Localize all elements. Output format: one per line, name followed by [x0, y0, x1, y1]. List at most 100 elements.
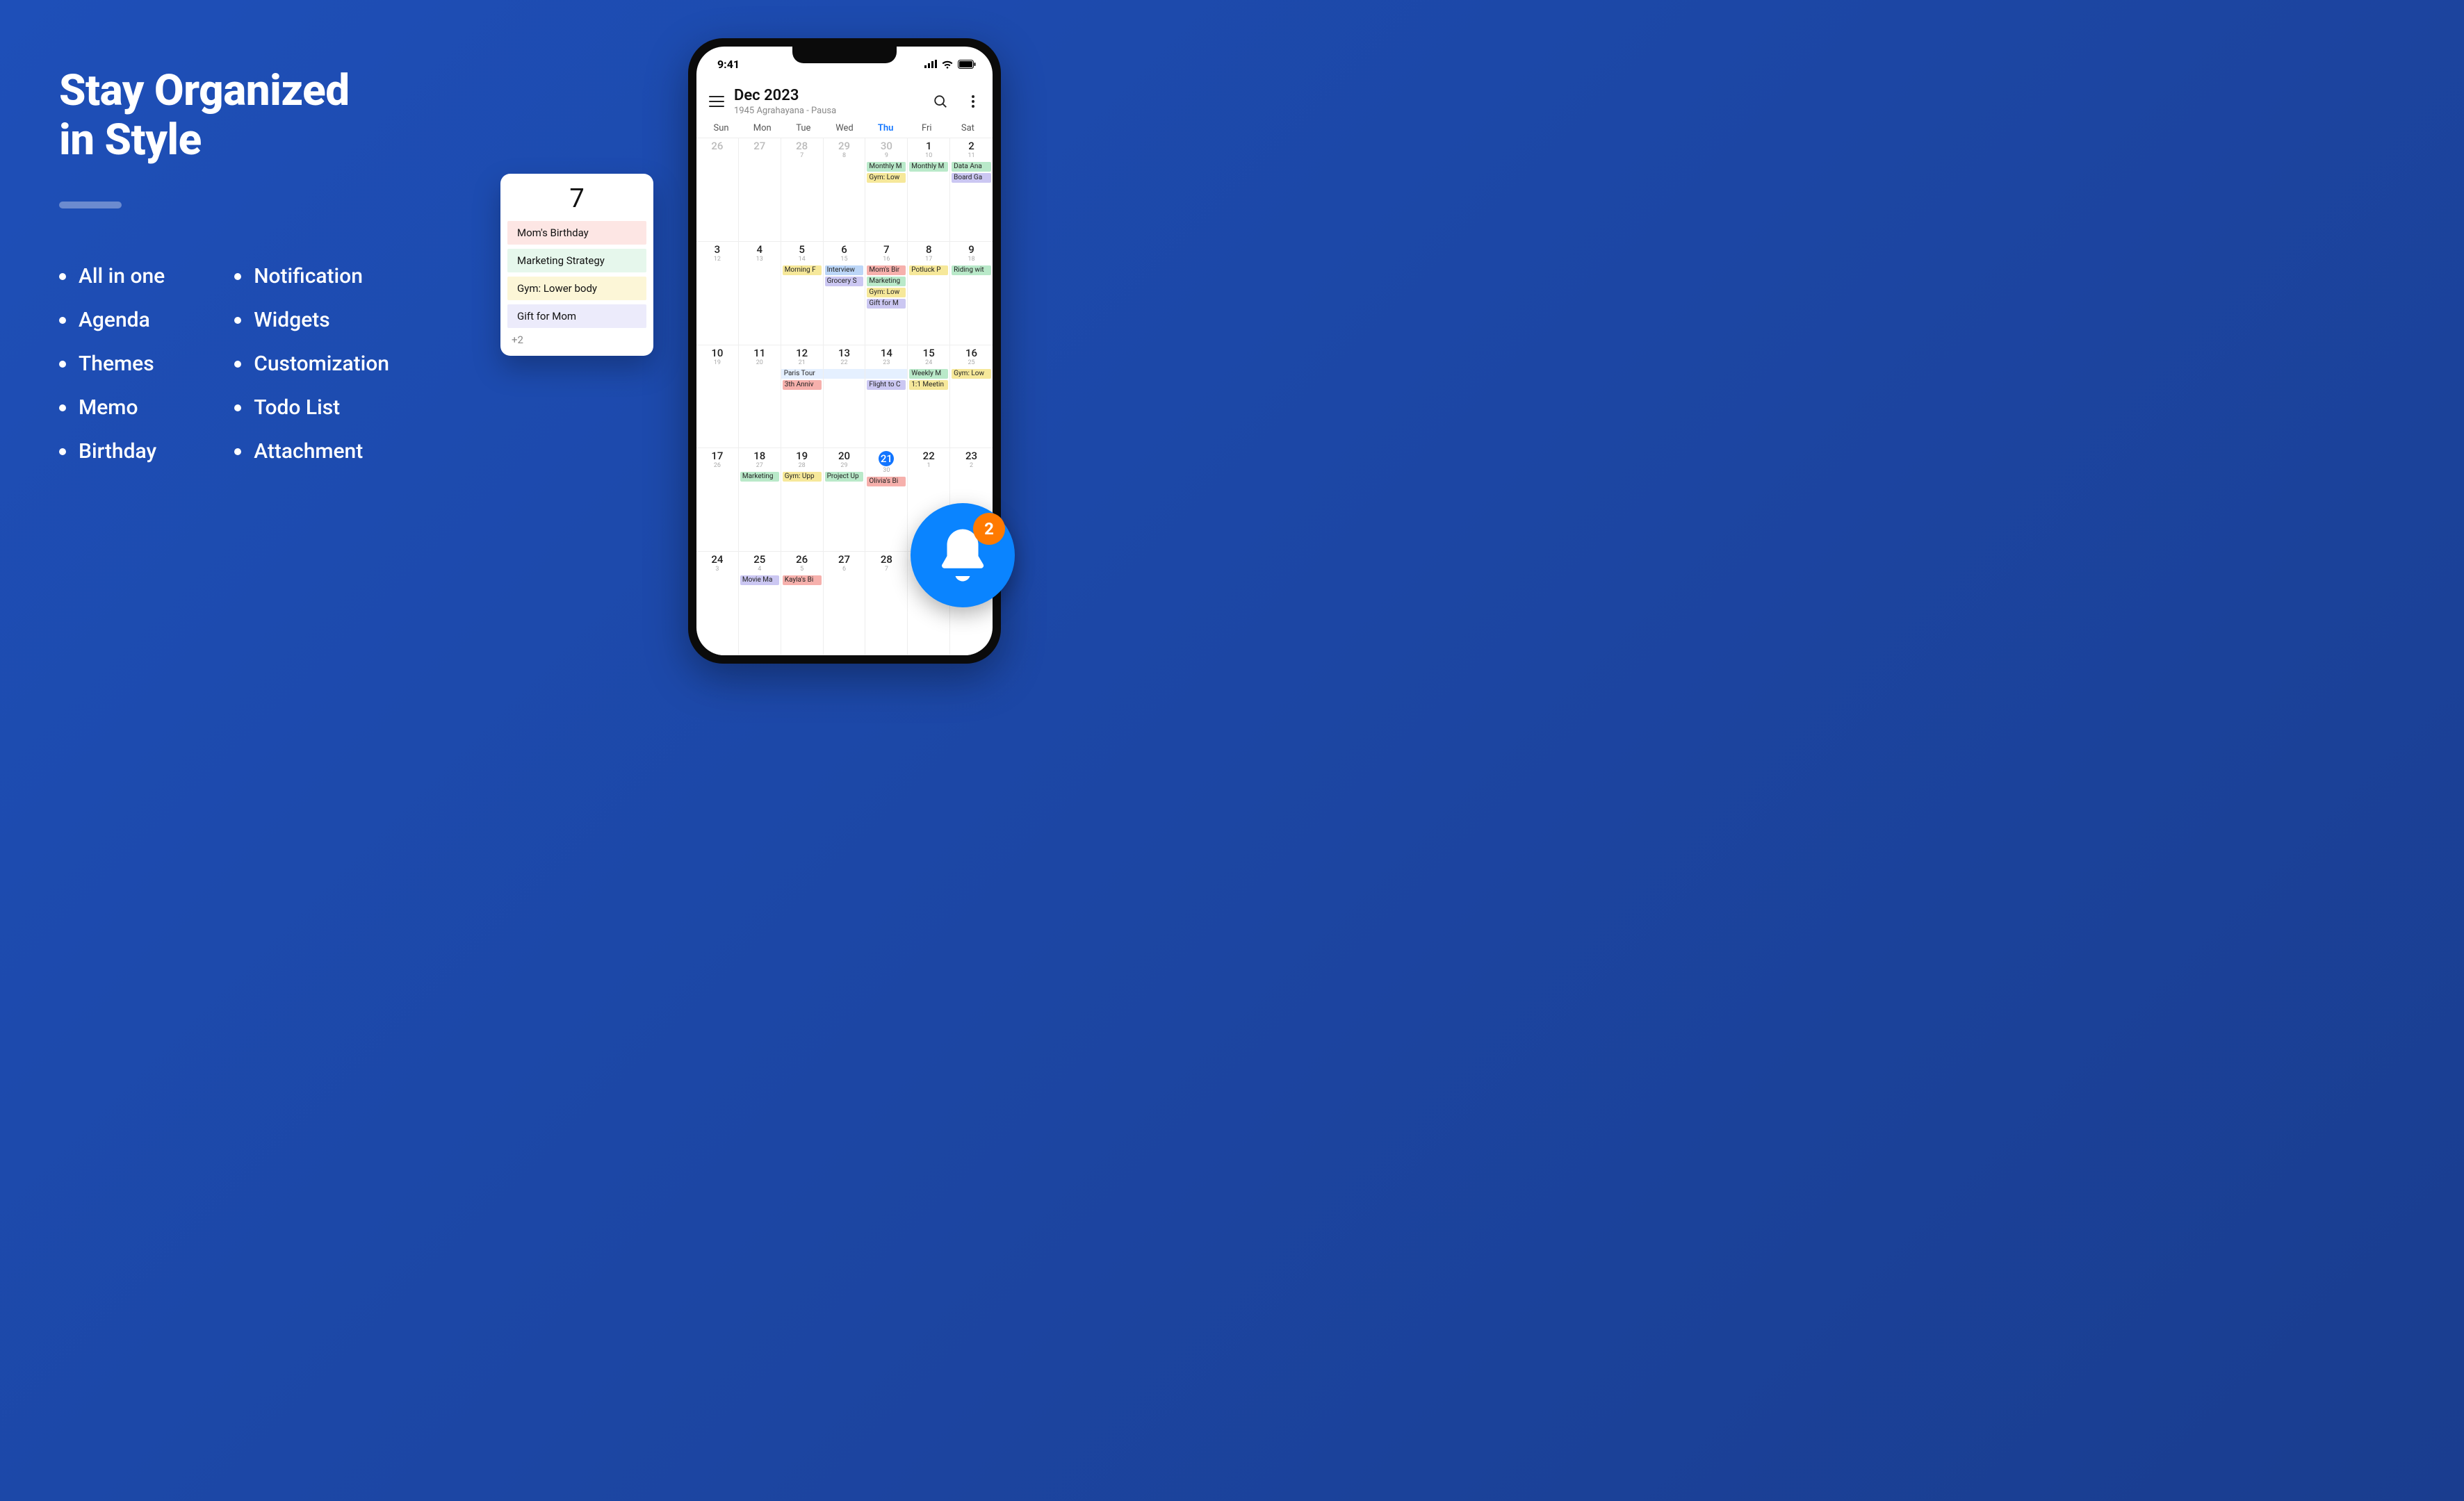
event-chip[interactable]: Gym: Low	[867, 288, 906, 297]
feature-item: Themes	[59, 352, 165, 376]
event-chip[interactable]: Flight to C	[867, 380, 906, 390]
calendar-cell[interactable]: 1423Flight to C	[865, 345, 908, 449]
feature-item: Birthday	[59, 439, 165, 464]
day-number: 28	[867, 555, 906, 565]
event-chip[interactable]: Marketing	[867, 277, 906, 286]
alt-day-number: 7	[783, 153, 822, 159]
calendar-cell[interactable]: 287	[781, 138, 824, 242]
event-chip[interactable]: Potluck P	[909, 265, 948, 275]
alt-day-number: 4	[740, 566, 779, 573]
event-chip[interactable]: Gym: Low	[867, 173, 906, 183]
event-chip[interactable]: Kayla's Bi	[783, 575, 822, 585]
calendar-cell[interactable]: 309Monthly MGym: Low	[865, 138, 908, 242]
event-chip[interactable]: 3th Anniv	[783, 380, 822, 390]
day-number: 4	[740, 245, 779, 255]
calendar-cell[interactable]: 211Data AnaBoard Ga	[950, 138, 993, 242]
event-chip[interactable]: Riding wit	[952, 265, 991, 275]
calendar-cell[interactable]: 243	[696, 552, 739, 655]
calendar-cell[interactable]: 1221Paris Tour3th Anniv	[781, 345, 824, 449]
calendar-cell[interactable]: 26	[696, 138, 739, 242]
calendar-cell[interactable]: 1120	[739, 345, 781, 449]
calendar-cell[interactable]: 1625Gym: Low	[950, 345, 993, 449]
event-chip[interactable]: Grocery S	[825, 277, 864, 286]
calendar-cell[interactable]: 1019	[696, 345, 739, 449]
calendar-cell[interactable]: 110Monthly M	[908, 138, 950, 242]
event-chip[interactable]: Monthly M	[867, 162, 906, 172]
weekday-label: Sun	[701, 123, 742, 133]
calendar-cell[interactable]: 265Kayla's Bi	[781, 552, 824, 655]
event-chip[interactable]: Gym: Low	[952, 369, 991, 379]
event-chip[interactable]: Board Ga	[952, 173, 991, 183]
event-chip[interactable]: Gym: Upp	[783, 472, 822, 482]
status-icons	[924, 60, 976, 69]
event-chip[interactable]: Morning F	[783, 265, 822, 275]
alt-day-number: 23	[867, 360, 906, 366]
calendar-cell[interactable]: 817Potluck P	[908, 242, 950, 345]
day-number: 25	[740, 555, 779, 565]
calendar-cell[interactable]: 918Riding wit	[950, 242, 993, 345]
event-chip[interactable]: Weekly M	[909, 369, 948, 379]
calendar-cell[interactable]: 312	[696, 242, 739, 345]
battery-icon	[958, 60, 976, 69]
calendar-cell[interactable]: 254 Movie Ma	[739, 552, 781, 655]
day-popover[interactable]: 7 Mom's BirthdayMarketing StrategyGym: L…	[500, 174, 653, 356]
calendar-cell[interactable]: 413	[739, 242, 781, 345]
calendar-title-block[interactable]: Dec 2023 1945 Agrahayana - Pausa	[734, 87, 923, 116]
day-number: 12	[783, 348, 822, 359]
calendar-title: Dec 2023	[734, 87, 923, 104]
popover-event[interactable]: Gym: Lower body	[507, 277, 646, 300]
calendar-cell[interactable]: 276	[824, 552, 866, 655]
headline-line1: Stay Organized	[59, 66, 350, 115]
event-chip[interactable]: Marketing	[740, 472, 779, 482]
popover-more[interactable]: +2	[507, 332, 646, 347]
calendar-cell[interactable]: 716Mom's BirMarketingGym: LowGift for M	[865, 242, 908, 345]
alt-day-number: 2	[952, 463, 991, 469]
alt-day-number: 27	[740, 463, 779, 469]
calendar-cell[interactable]: 1928Gym: Upp	[781, 448, 824, 552]
event-chip[interactable]: Monthly M	[909, 162, 948, 172]
calendar-cell[interactable]: 615InterviewGrocery S	[824, 242, 866, 345]
popover-event[interactable]: Gift for Mom	[507, 304, 646, 328]
calendar-cell[interactable]: 2029Project Up	[824, 448, 866, 552]
day-number: 17	[698, 451, 737, 461]
popover-event[interactable]: Mom's Birthday	[507, 221, 646, 245]
event-chip[interactable]: Movie Ma	[740, 575, 779, 585]
event-chip[interactable]: 1:1 Meetin	[909, 380, 948, 390]
calendar-cell[interactable]: 1322	[824, 345, 866, 449]
popover-event[interactable]: Marketing Strategy	[507, 249, 646, 272]
alt-day-number: 7	[867, 566, 906, 573]
event-chip[interactable]: Gift for M	[867, 299, 906, 309]
calendar-cell[interactable]: 1726	[696, 448, 739, 552]
feature-column-2: NotificationWidgetsCustomizationTodo Lis…	[234, 264, 389, 464]
day-number: 26	[698, 141, 737, 151]
event-chip[interactable]	[865, 369, 908, 379]
calendar-cell[interactable]: 287	[865, 552, 908, 655]
calendar-cell[interactable]: 1524Weekly M1:1 Meetin	[908, 345, 950, 449]
calendar-cell[interactable]: 27	[739, 138, 781, 242]
calendar-header: Dec 2023 1945 Agrahayana - Pausa	[696, 81, 993, 123]
calendar-cell[interactable]: 1827Marketing	[739, 448, 781, 552]
day-number: 20	[825, 451, 864, 461]
event-chip[interactable]: Paris Tour	[781, 369, 824, 379]
day-number: 27	[825, 555, 864, 565]
calendar-cell[interactable]: 298	[824, 138, 866, 242]
event-chip[interactable]: Interview	[825, 265, 864, 275]
search-icon[interactable]	[933, 94, 948, 109]
calendar-cell[interactable]: 514Morning F	[781, 242, 824, 345]
menu-icon[interactable]	[709, 96, 724, 107]
event-chip[interactable]: Project Up	[825, 472, 864, 482]
more-icon[interactable]	[966, 94, 980, 109]
event-chip[interactable]: Olivia's Bi	[867, 477, 906, 486]
event-chip[interactable]: Data Ana	[952, 162, 991, 172]
event-chip[interactable]: Mom's Bir	[867, 265, 906, 275]
day-number: 3	[698, 245, 737, 255]
alt-day-number: 16	[867, 256, 906, 263]
alt-day-number: 1	[909, 463, 948, 469]
calendar-cell[interactable]: 2130Olivia's Bi	[865, 448, 908, 552]
feature-column-1: All in oneAgendaThemesMemoBirthday	[59, 264, 165, 464]
day-number: 8	[909, 245, 948, 255]
event-chip[interactable]	[824, 369, 866, 379]
notification-bubble[interactable]: 2	[911, 503, 1015, 607]
headline-underline	[59, 202, 122, 208]
day-number: 22	[909, 451, 948, 461]
